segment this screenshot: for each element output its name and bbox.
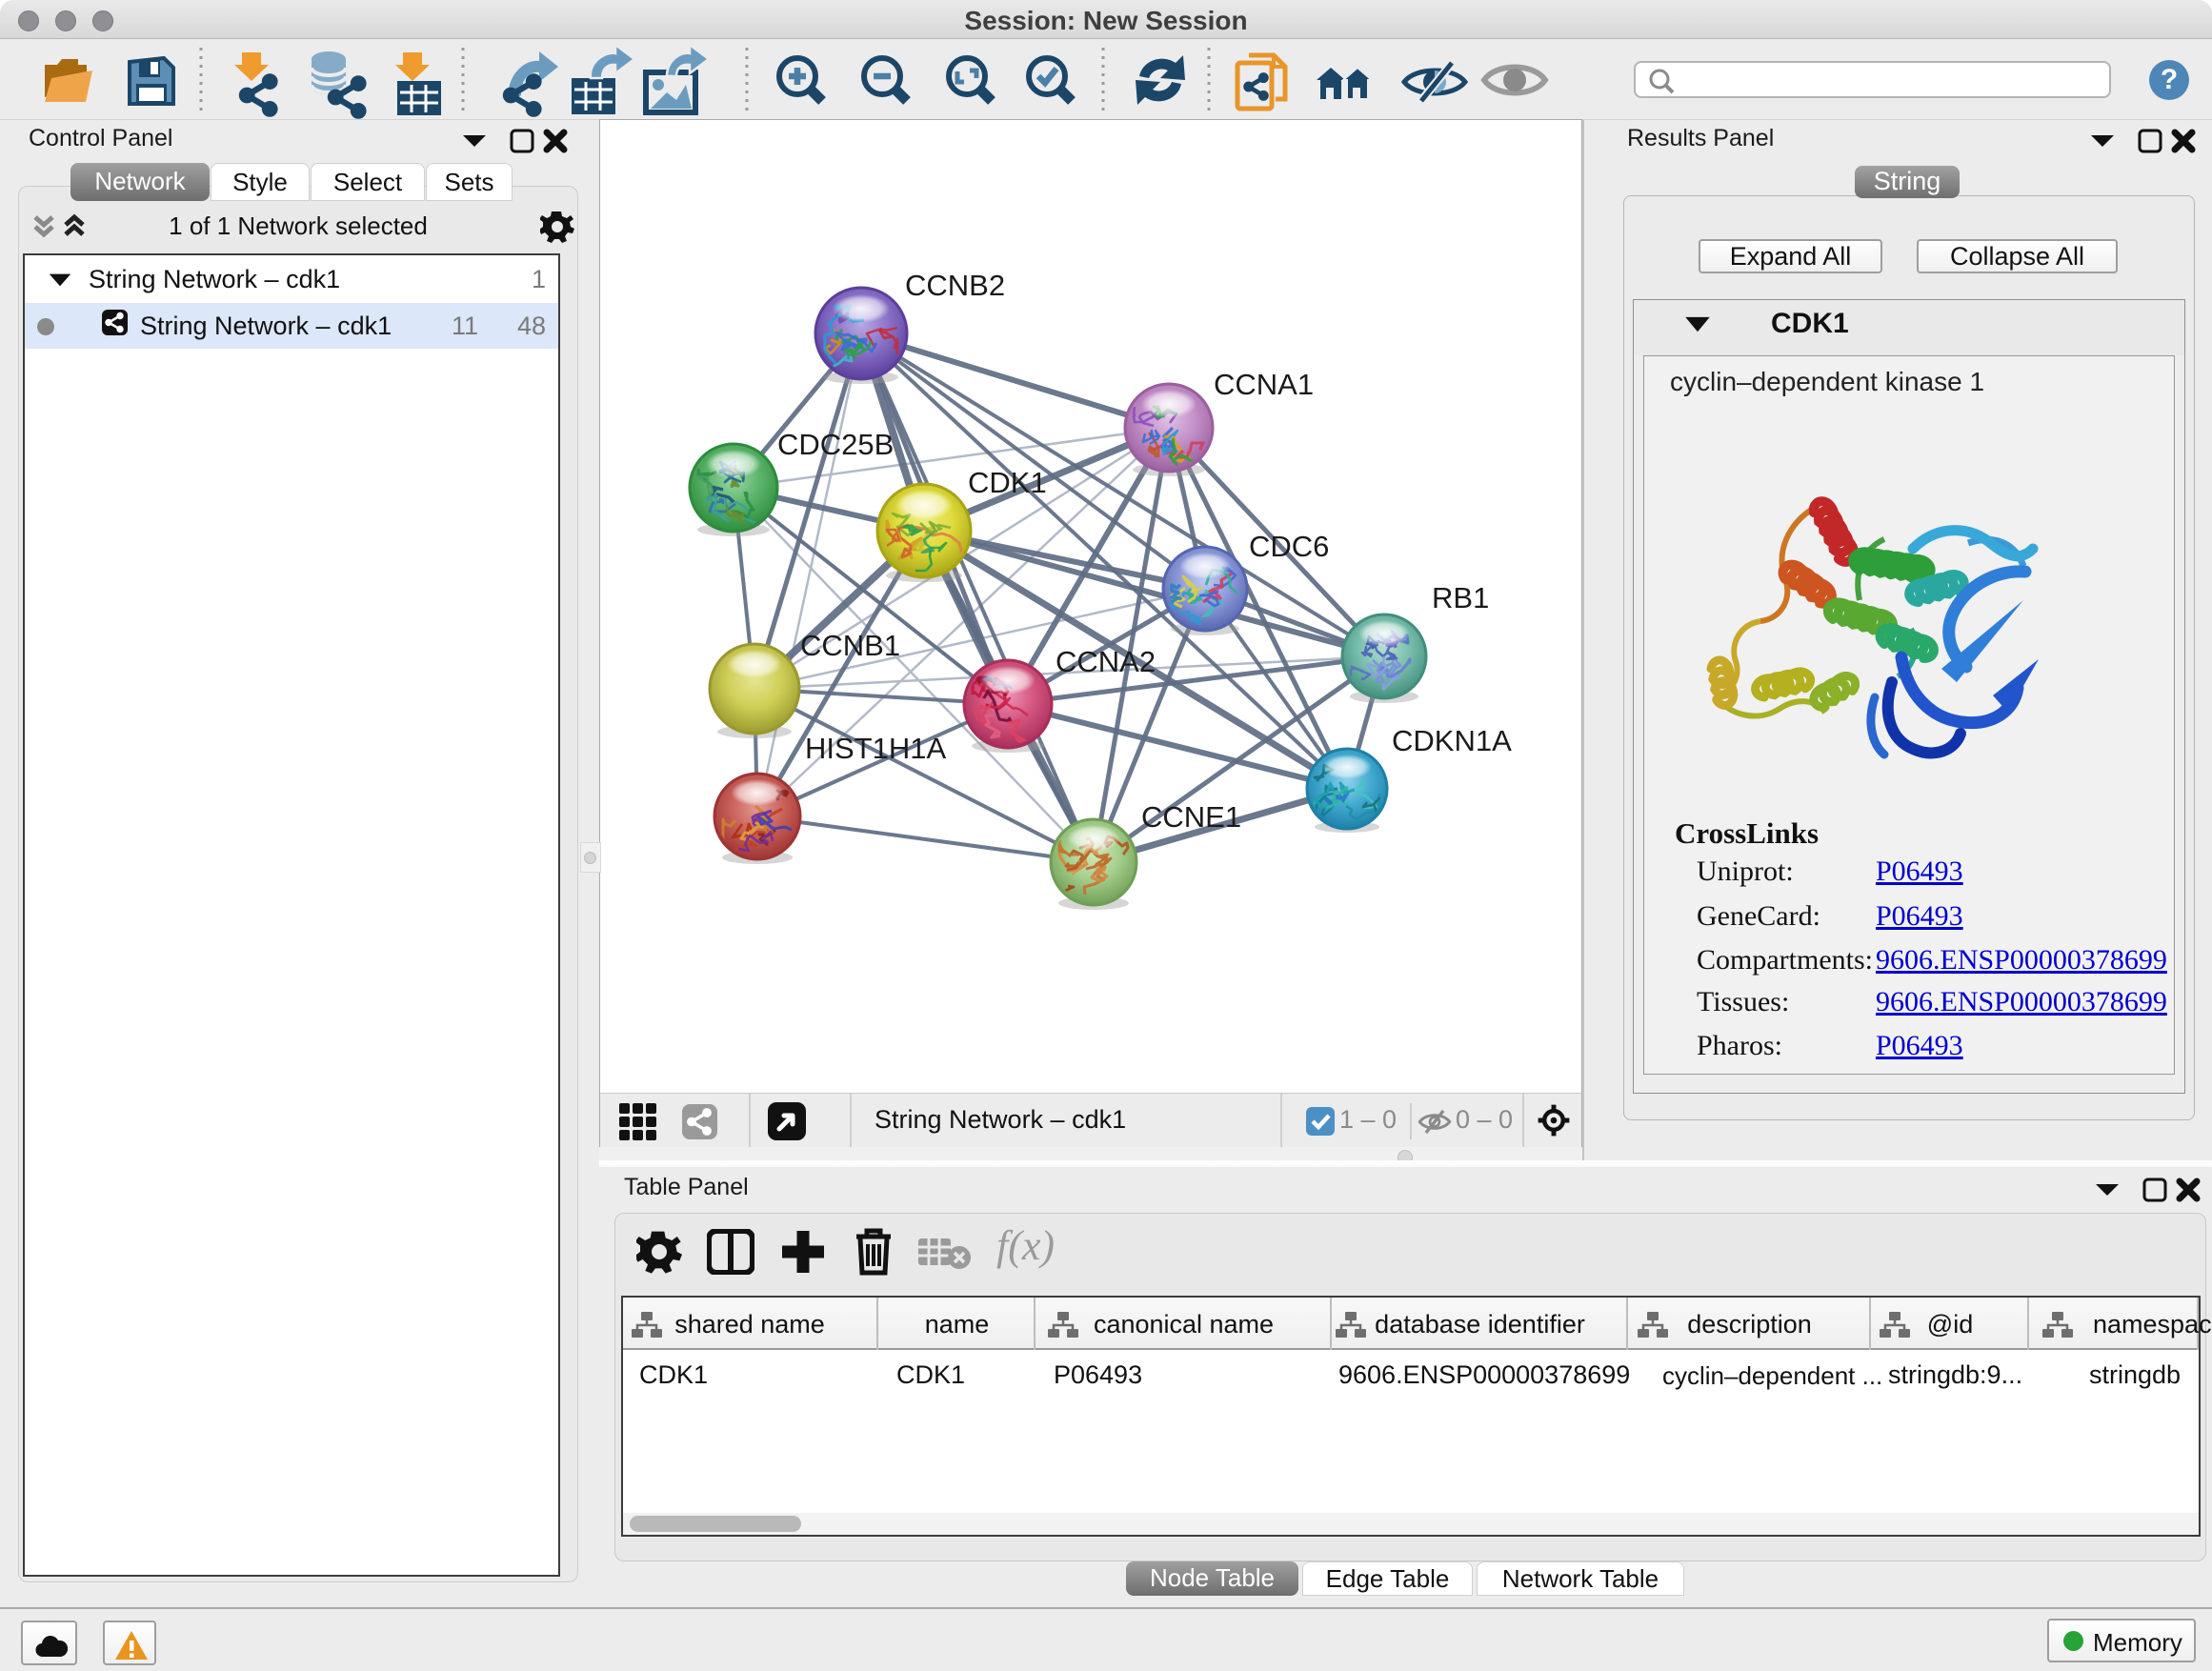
svg-text:CDKN1A: CDKN1A [1392, 724, 1512, 757]
svg-text:CCNB1: CCNB1 [800, 629, 900, 662]
svg-text:HIST1H1A: HIST1H1A [805, 732, 946, 765]
svg-text:RB1: RB1 [1432, 581, 1489, 614]
svg-text:CDC6: CDC6 [1249, 530, 1329, 563]
svg-text:CCNA2: CCNA2 [1056, 645, 1156, 678]
svg-text:CDK1: CDK1 [968, 466, 1047, 499]
svg-text:CDC25B: CDC25B [777, 428, 894, 461]
svg-text:CCNB2: CCNB2 [905, 269, 1005, 302]
svg-text:CCNE1: CCNE1 [1141, 800, 1241, 834]
svg-text:CCNA1: CCNA1 [1214, 368, 1314, 401]
